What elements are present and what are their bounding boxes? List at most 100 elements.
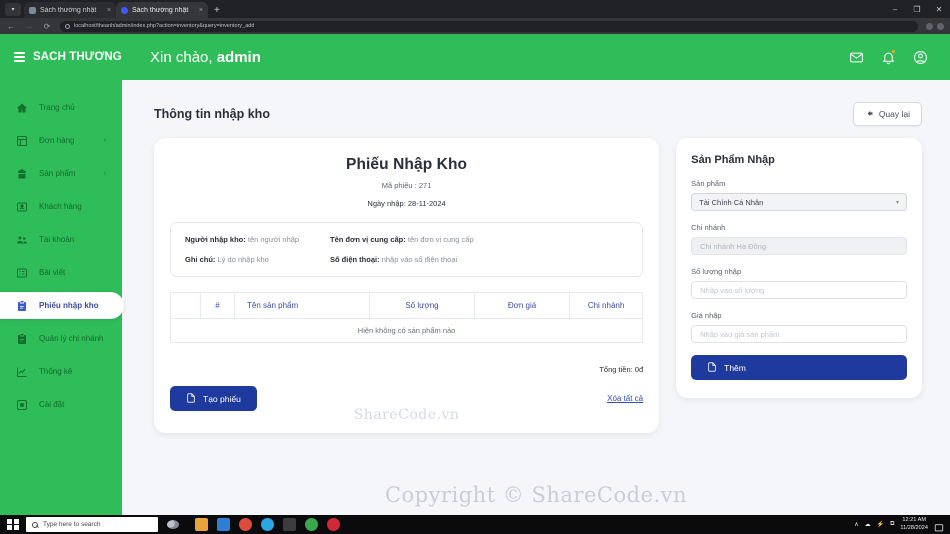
quantity-input[interactable]: Nhập vào số lượng [691, 281, 907, 299]
gear-icon [16, 399, 28, 411]
back-button-label: Quay lại [878, 109, 910, 119]
tray-cloud-icon[interactable]: ☁ [865, 521, 871, 528]
wamp-icon[interactable] [305, 518, 318, 531]
start-button[interactable] [0, 518, 26, 531]
browser-tabstrip: ▾ Sách thường nhật × Sách thường nhật × … [0, 0, 950, 18]
create-receipt-button[interactable]: Tạo phiếu [170, 386, 257, 411]
site-info-icon[interactable] [65, 23, 70, 29]
sidebar-item-cai-dat[interactable]: Cài đặt [0, 391, 122, 418]
taskbar-clock[interactable]: 12:21 AM 11/28/2024 [900, 517, 928, 532]
price-input[interactable]: Nhập vào giá sản phẩm [691, 325, 907, 343]
file-icon [186, 392, 196, 405]
sidebar-nav: Trang chủ Đơn hàng › Sản phẩm › Khách hà… [0, 94, 124, 418]
tab-title: Sách thường nhật [40, 6, 97, 14]
terminal-icon[interactable] [283, 518, 296, 531]
sidebar-item-tai-khoan[interactable]: Tài khoản [0, 226, 122, 253]
product-input-panel: Sản Phẩm Nhập Sản phẩm Tài Chính Cá Nhân… [676, 138, 922, 398]
browser-tab-1[interactable]: Sách thường nhật × [24, 2, 116, 18]
field-label: Sản phẩm [691, 179, 726, 188]
receipt-code: Mã phiếu : 271 [170, 181, 643, 190]
receipt-date: Ngày nhập: 28-11-2024 [170, 199, 643, 208]
sidebar-item-khach-hang[interactable]: Khách hàng [0, 193, 122, 220]
field-label: Số lượng nhập [691, 267, 742, 276]
tab-close-icon[interactable]: × [199, 7, 203, 14]
sidebar-item-quan-ly-chi-nhanh[interactable]: Quản lý chi nhánh [0, 325, 122, 352]
tab-close-icon[interactable]: × [107, 7, 111, 14]
users-icon [16, 234, 28, 246]
back-button[interactable]: Quay lại [852, 102, 922, 126]
meta-label: Ghi chú: [185, 255, 216, 264]
profile-avatar-icon[interactable] [937, 22, 944, 30]
field-label: Giá nhập [691, 311, 722, 320]
sidebar-item-thong-ke[interactable]: Thống kê [0, 358, 122, 385]
new-tab-button[interactable]: + [214, 5, 220, 16]
home-icon [16, 102, 28, 114]
url-text: localhost/theanh/admin/index.php?action=… [74, 23, 255, 29]
close-window-button[interactable]: ✕ [928, 0, 950, 18]
page-title: Thông tin nhập kho [154, 107, 270, 121]
sidebar-item-label: Trang chủ [39, 103, 75, 112]
product-select[interactable]: Tài Chính Cá Nhân ▾ [691, 193, 907, 211]
sidebar-item-trang-chu[interactable]: Trang chủ [0, 94, 122, 121]
field-gia-nhap: Giá nhập Nhập vào giá sản phẩm [691, 311, 907, 343]
sidebar-item-label: Cài đặt [39, 400, 65, 409]
taskbar-search-box[interactable]: Type here to search [26, 517, 158, 532]
tray-expand-icon[interactable]: ∧ [854, 521, 858, 528]
page-viewport: SHARECODE.vn SÁCH THƯỜNG I Trang chủ [0, 34, 950, 515]
meta-row-don-vi-cung-cap: Tên đơn vị cung cấp: tên đơn vị cung cấp [330, 235, 474, 244]
extensions-icon[interactable] [926, 22, 933, 30]
tray-network-icon[interactable]: ⧉ [890, 521, 894, 528]
table-col-so-luong: Số lượng [369, 292, 475, 319]
receipt-title: Phiếu Nhập Kho [346, 156, 468, 173]
cortana-button[interactable] [158, 520, 188, 529]
notification-center-icon[interactable] [934, 520, 944, 531]
file-explorer-icon[interactable] [195, 518, 208, 531]
branch-input-placeholder: Chi nhánh Hà Đông [700, 241, 767, 251]
minimize-button[interactable]: – [884, 0, 906, 18]
table-col-hash: # [200, 292, 235, 319]
sidebar-item-bai-viet[interactable]: Bài viết [0, 259, 122, 286]
opera-icon[interactable] [327, 518, 340, 531]
receipt-date-value: 28-11-2024 [407, 199, 446, 208]
edge-icon[interactable] [261, 518, 274, 531]
address-bar[interactable]: localhost/theanh/admin/index.php?action=… [60, 20, 918, 32]
app-header: Xin chào, admin [122, 34, 950, 80]
forward-icon[interactable]: → [24, 22, 34, 31]
sidebar-item-don-hang[interactable]: Đơn hàng › [0, 127, 122, 154]
greeting-text: Xin chào, admin [150, 49, 261, 66]
sidebar: SÁCH THƯỜNG I Trang chủ Đơn hàng › Sản p… [0, 34, 124, 515]
sidebar-item-label: Khách hàng [39, 202, 82, 211]
tab-favicon [121, 6, 128, 14]
sidebar-item-label: Tài khoản [39, 235, 75, 244]
list-icon [16, 267, 28, 279]
clock-date: 11/28/2024 [900, 524, 928, 531]
delete-all-link[interactable]: Xóa tất cả [607, 394, 643, 403]
maximize-button[interactable]: ❐ [906, 0, 928, 18]
meta-row-nguoi-nhap: Người nhập kho: tên người nhập [185, 235, 330, 244]
vscode-icon[interactable] [217, 518, 230, 531]
hamburger-menu-icon[interactable] [14, 52, 25, 62]
chrome-icon[interactable] [239, 518, 252, 531]
mail-icon[interactable] [849, 50, 864, 65]
taskbar-tray: ∧ ☁ ⚡ ⧉ 12:21 AM 11/28/2024 [854, 517, 950, 532]
sidebar-item-san-pham[interactable]: Sản phẩm › [0, 160, 122, 187]
user-circle-icon[interactable] [913, 50, 928, 65]
branch-input: Chi nhánh Hà Đông [691, 237, 907, 255]
tab-search-button[interactable]: ▾ [5, 3, 21, 16]
reload-icon[interactable]: ⟳ [42, 22, 52, 31]
browser-tab-2[interactable]: Sách thường nhật × [116, 2, 208, 18]
sidebar-item-phieu-nhap-kho[interactable]: Phiếu nhập kho [0, 292, 124, 319]
field-so-luong-nhap: Số lượng nhập Nhập vào số lượng [691, 267, 907, 299]
back-icon[interactable]: ← [6, 22, 16, 31]
grid-icon [16, 135, 28, 147]
sidebar-item-label: Quản lý chi nhánh [39, 334, 104, 343]
add-product-button[interactable]: Thêm [691, 355, 907, 380]
windows-logo-icon [7, 518, 19, 531]
tray-power-icon[interactable]: ⚡ [877, 521, 884, 528]
product-select-value: Tài Chính Cá Nhân [699, 197, 764, 207]
bell-icon[interactable] [881, 49, 896, 65]
notification-badge [891, 49, 895, 53]
meta-value: Lý do nhập kho [217, 255, 269, 264]
browser-window: ▾ Sách thường nhật × Sách thường nhật × … [0, 0, 950, 534]
field-label: Chi nhánh [691, 223, 726, 232]
